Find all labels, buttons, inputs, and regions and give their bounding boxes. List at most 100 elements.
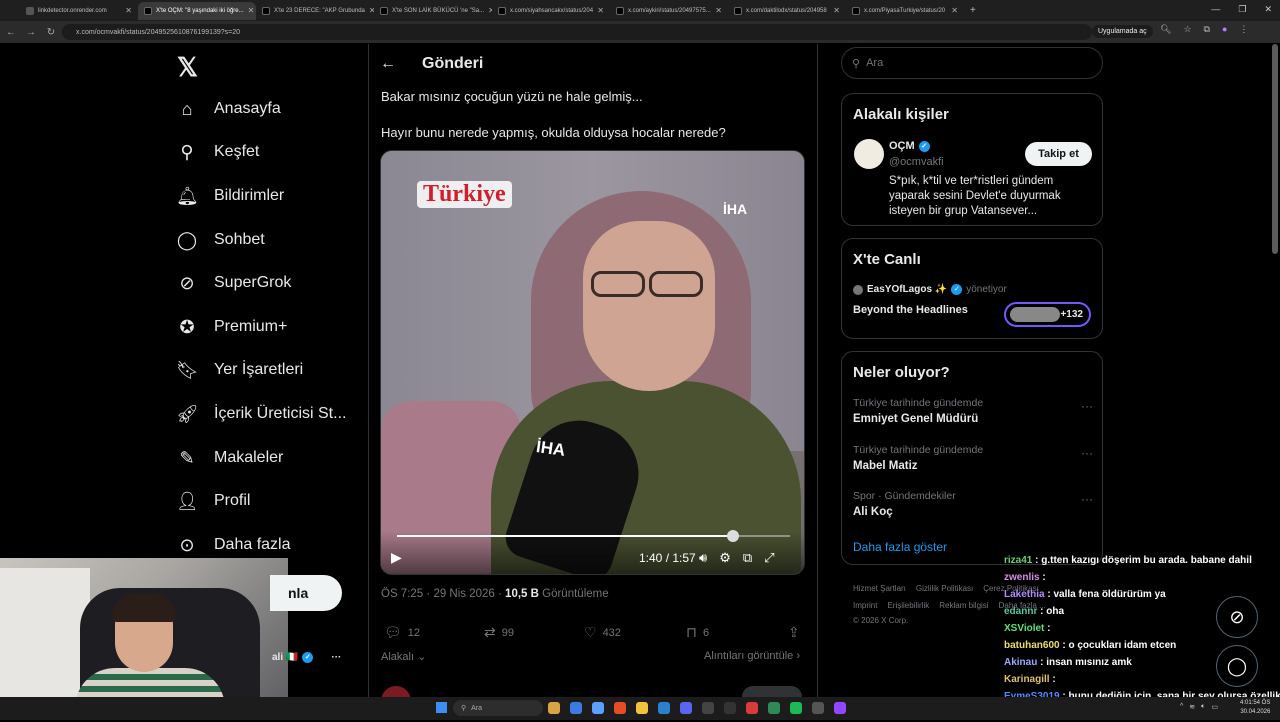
chat-fab-button[interactable]: ◯ — [1216, 645, 1258, 687]
maximize-icon[interactable]: ❐ — [1238, 4, 1246, 15]
browser-tab[interactable]: X'te 23 DERECE: "AKP Grubunda ✕ — [256, 2, 374, 20]
browser-tab[interactable]: linkdetector.onrender.com ✕ — [20, 2, 138, 20]
footer-link[interactable]: Hizmet Şartları — [853, 584, 906, 593]
video-progress-bar[interactable] — [397, 530, 790, 542]
sidebar-item-profile[interactable]: 👤︎ Profil — [176, 483, 250, 519]
more-icon[interactable]: ··· — [1081, 446, 1093, 460]
browser-tab-active[interactable]: X'te OÇM: "8 yaşındaki iki öğre... ✕ — [138, 1, 256, 20]
account-switcher[interactable]: ali 🇮🇹 ✓ ··· — [272, 652, 341, 663]
sidebar-item-premium[interactable]: ✪ Premium+ — [176, 309, 287, 345]
sidebar-item-articles[interactable]: ✎ Makaleler — [176, 440, 283, 476]
video-scrub-handle[interactable] — [727, 530, 739, 542]
more-icon[interactable]: ··· — [1081, 399, 1093, 413]
taskbar-search[interactable]: ⚲ Ara — [453, 700, 543, 716]
back-arrow-icon[interactable]: ← — [380, 55, 396, 73]
discord-icon[interactable] — [680, 702, 692, 714]
play-icon[interactable]: ▶ — [391, 549, 402, 566]
fullscreen-icon[interactable]: ⤢ — [764, 550, 774, 566]
sidebar-item-creator-studio[interactable]: 🚀︎ İçerik Üreticisi St... — [176, 396, 346, 432]
sidebar-item-home[interactable]: ⌂ Anasayfa — [176, 91, 281, 127]
windows-start-icon[interactable] — [436, 702, 447, 713]
search-input[interactable]: ⚲ Ara — [841, 47, 1103, 79]
reply-button[interactable]: 💬︎ 12 — [384, 624, 420, 641]
close-window-icon[interactable]: ✕ — [1264, 4, 1272, 15]
browser-tab[interactable]: x.com/PiyasaTurkiye/status/20 ✕ — [846, 2, 964, 20]
show-more-link[interactable]: Daha fazla göster — [853, 540, 947, 554]
avatar[interactable] — [854, 139, 884, 169]
chevron-up-icon[interactable]: ^ — [1180, 703, 1183, 711]
repost-button[interactable]: ⇄ 99 — [484, 624, 514, 641]
chrome-icon[interactable] — [614, 702, 626, 714]
chat-username[interactable]: zwenlis — [1004, 572, 1040, 583]
speaker-icon[interactable]: 🔈︎ — [1201, 703, 1205, 711]
taskbar-app-icon[interactable] — [746, 702, 758, 714]
wifi-icon[interactable]: ≋ — [1189, 703, 1195, 711]
video-player[interactable]: İHA Türkiye İHA ▶ 1:40 / 1:57 🔊︎ ⚙ ⧉ ⤢ — [380, 150, 805, 575]
chat-username[interactable]: riza41 — [1004, 555, 1032, 566]
open-in-app-button[interactable]: Uygulamada aç — [1092, 25, 1153, 38]
trend-item[interactable]: Türkiye tarihinde gündemde Emniyet Genel … — [853, 397, 1093, 425]
close-icon[interactable]: ✕ — [833, 6, 840, 15]
volume-icon[interactable]: 🔊︎ — [699, 550, 707, 566]
more-icon[interactable]: ··· — [1081, 492, 1093, 506]
chat-username[interactable]: XSViolet — [1004, 623, 1044, 634]
profile-icon[interactable]: ● — [1222, 24, 1227, 35]
footer-link[interactable]: Imprint — [853, 601, 877, 610]
scrollbar[interactable] — [1272, 44, 1278, 254]
spotify-icon[interactable] — [790, 702, 802, 714]
taskbar-app-icon[interactable] — [812, 702, 824, 714]
profile-handle[interactable]: @ocmvakfi — [889, 156, 944, 168]
taskbar-app-icon[interactable] — [702, 702, 714, 714]
related-dropdown[interactable]: Alakalı ⌄ — [381, 650, 426, 663]
x-logo-icon[interactable]: 𝕏 — [177, 52, 198, 83]
address-bar[interactable]: x.com/ocmvakfi/status/204952561087619913… — [62, 24, 1092, 40]
star-icon[interactable]: ☆ — [1183, 24, 1191, 35]
grok-fab-button[interactable]: ⊘ — [1216, 596, 1258, 638]
listeners-pill[interactable]: +132 — [1004, 302, 1091, 327]
reload-icon[interactable]: ↻ — [46, 27, 56, 38]
zoom-icon[interactable]: 🔍︎ — [1160, 24, 1171, 35]
close-icon[interactable]: ✕ — [125, 6, 132, 15]
menu-icon[interactable]: ⋮ — [1239, 24, 1248, 35]
footer-link[interactable]: Reklam bilgisi — [939, 601, 988, 610]
sidebar-item-supergrok[interactable]: ⊘ SuperGrok — [176, 265, 291, 301]
chat-username[interactable]: Lakethia — [1004, 589, 1045, 600]
taskbar-app-icon[interactable] — [724, 702, 736, 714]
settings-icon[interactable]: ⚙ — [719, 550, 731, 566]
taskbar-app-icon[interactable] — [768, 702, 780, 714]
close-icon[interactable]: ✕ — [715, 6, 722, 15]
minimize-icon[interactable]: — — [1211, 4, 1220, 15]
sidebar-item-chat[interactable]: ◯ Sohbet — [176, 222, 265, 258]
browser-tab[interactable]: x.com/daktilodx/status/204958 ✕ — [728, 2, 846, 20]
view-quotes-link[interactable]: Alıntıları görüntüle › — [704, 650, 800, 662]
chat-username[interactable]: Akinau — [1004, 657, 1037, 668]
new-tab-icon[interactable]: + — [970, 5, 976, 16]
taskbar-clock[interactable]: 4:01:54 ÖS 30.04.2026 — [1240, 699, 1270, 717]
bookmark-button[interactable]: ⊓ 6 — [686, 624, 709, 641]
browser-tab[interactable]: x.com/siyahsancakx/status/204 ✕ — [492, 2, 610, 20]
close-icon[interactable]: ✕ — [248, 6, 255, 15]
chat-username[interactable]: edannr — [1004, 606, 1037, 617]
taskbar-app-icon[interactable] — [658, 702, 670, 714]
sidebar-item-bookmarks[interactable]: 🔖︎ Yer İşaretleri — [176, 352, 303, 388]
trend-item[interactable]: Spor · Gündemdekiler Ali Koç ··· — [853, 490, 1093, 518]
taskbar-app-icon[interactable] — [548, 702, 560, 714]
extensions-icon[interactable]: ⧉ — [1204, 24, 1210, 35]
footer-link[interactable]: Erişilebilirlik — [887, 601, 929, 610]
trend-item[interactable]: Türkiye tarihinde gündemde Mabel Matiz ··· — [853, 444, 1093, 472]
footer-link[interactable]: Gizlilik Politikası — [916, 584, 973, 593]
share-button[interactable]: ⇪ — [788, 624, 800, 641]
forward-icon[interactable]: → — [26, 27, 36, 38]
folder-icon[interactable] — [636, 702, 648, 714]
taskbar-app-icon[interactable] — [570, 702, 582, 714]
follow-button[interactable]: Takip et — [1025, 142, 1092, 166]
battery-icon[interactable]: ▭ — [1211, 703, 1218, 711]
close-icon[interactable]: ✕ — [951, 6, 958, 15]
twitch-icon[interactable] — [834, 702, 846, 714]
close-icon[interactable]: ✕ — [597, 6, 604, 15]
post-date[interactable]: 29 Nis 2026 — [433, 588, 494, 600]
post-time[interactable]: ÖS 7:25 — [381, 588, 423, 600]
pip-icon[interactable]: ⧉ — [743, 550, 752, 566]
profile-name[interactable]: OÇM ✓ — [889, 140, 930, 152]
back-icon[interactable]: ← — [6, 27, 16, 38]
